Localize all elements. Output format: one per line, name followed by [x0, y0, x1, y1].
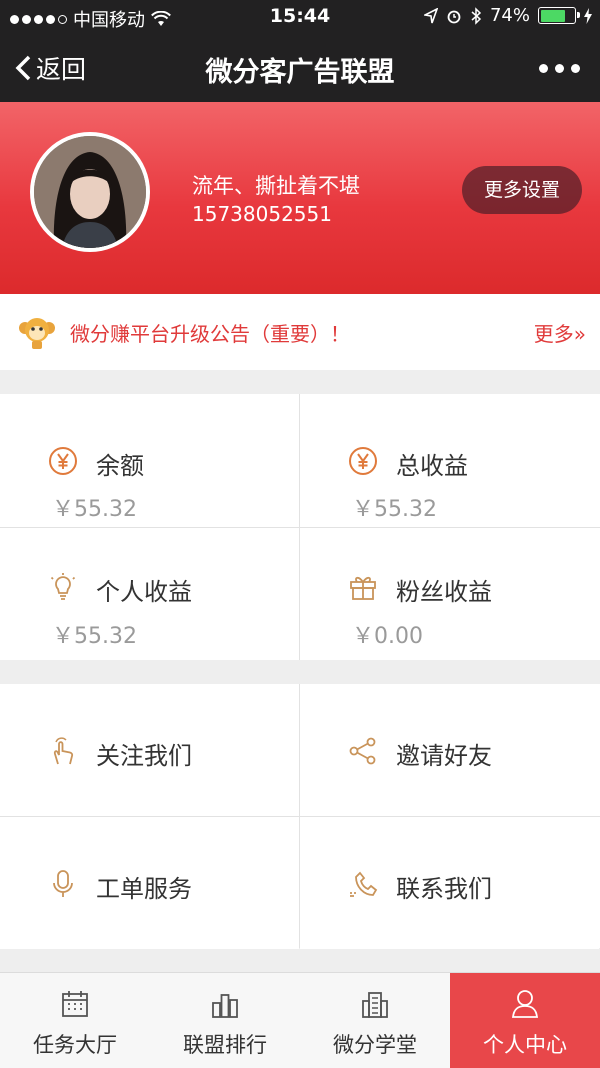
tab-task-hall[interactable]: 任务大厅	[0, 973, 150, 1068]
nav-bar: 返回 微分客广告联盟	[0, 34, 600, 102]
actions-grid: 关注我们 邀请好友 工单服务 联系我们	[0, 684, 600, 949]
lightbulb-icon	[50, 573, 76, 600]
user-icon	[511, 990, 539, 1018]
user-phone: 15738052551	[192, 202, 332, 226]
balance-cell[interactable]: 余额 ￥55.32	[0, 394, 299, 526]
page-title: 微分客广告联盟	[205, 57, 395, 88]
ranking-icon	[212, 994, 238, 1018]
stat-value: ￥0.00	[352, 624, 423, 649]
tab-alliance-ranking[interactable]: 联盟排行	[150, 973, 300, 1068]
announcement-bar[interactable]: 微分赚平台升级公告（重要）！ 更多»	[0, 294, 600, 370]
tab-label: 任务大厅	[33, 1033, 117, 1057]
action-label: 联系我们	[396, 875, 492, 903]
divider	[0, 527, 600, 528]
personal-income-cell[interactable]: 个人收益 ￥55.32	[0, 528, 299, 660]
follow-us-button[interactable]: 关注我们	[0, 684, 299, 816]
bluetooth-icon	[471, 6, 482, 25]
contact-us-button[interactable]: 联系我们	[300, 817, 599, 949]
location-arrow-icon	[423, 7, 438, 23]
invite-friends-button[interactable]: 邀请好友	[300, 684, 599, 816]
profile-header: 流年、撕扯着不堪 15738052551 更多设置	[0, 102, 600, 294]
stat-value: ￥55.32	[352, 497, 437, 522]
top-bar: 中国移动 15:44 74% 返回 微分客广告联盟	[0, 0, 600, 102]
action-label: 工单服务	[96, 875, 192, 903]
phone-icon	[350, 871, 378, 897]
battery-percent: 74%	[489, 5, 530, 26]
more-settings-button[interactable]: 更多设置	[462, 166, 582, 214]
battery-icon	[538, 7, 580, 24]
bottom-tab-bar: 任务大厅 联盟排行 微分学堂 个人中心	[0, 972, 600, 1068]
stat-value: ￥55.32	[52, 624, 137, 649]
tab-label: 个人中心	[483, 1033, 567, 1057]
action-label: 邀请好友	[396, 742, 492, 770]
tab-weifen-school[interactable]: 微分学堂	[300, 973, 450, 1068]
announcement-more-link[interactable]: 更多»	[534, 318, 586, 347]
divider	[299, 684, 300, 948]
yuan-icon	[349, 447, 377, 475]
more-options-icon[interactable]	[539, 64, 580, 73]
total-income-cell[interactable]: 总收益 ￥55.32	[300, 394, 599, 526]
building-icon	[362, 992, 388, 1018]
alarm-icon	[447, 10, 461, 23]
stats-grid: 余额 ￥55.32 总收益 ￥55.32 个人收益 ￥55.32 粉丝收益 ￥0…	[0, 394, 600, 660]
yuan-icon	[49, 447, 77, 475]
divider	[299, 394, 300, 660]
stat-value: ￥55.32	[52, 497, 137, 522]
tab-personal-center[interactable]: 个人中心	[450, 973, 600, 1068]
action-label: 关注我们	[96, 742, 192, 770]
tab-label: 联盟排行	[183, 1033, 267, 1057]
avatar-photo	[34, 136, 146, 248]
user-name: 流年、撕扯着不堪	[192, 174, 360, 198]
stat-label: 总收益	[396, 452, 468, 480]
stat-label: 余额	[96, 452, 144, 480]
charging-icon	[584, 7, 592, 24]
ticket-service-button[interactable]: 工单服务	[0, 817, 299, 949]
divider	[0, 816, 600, 817]
status-bar: 中国移动 15:44 74%	[0, 0, 600, 34]
share-icon	[349, 737, 376, 765]
tap-hand-icon	[53, 737, 74, 765]
tab-label: 微分学堂	[333, 1033, 417, 1057]
monkey-mascot-icon	[19, 318, 55, 349]
avatar[interactable]	[30, 132, 150, 252]
stat-label: 个人收益	[96, 578, 192, 606]
stat-label: 粉丝收益	[396, 578, 492, 606]
announcement-text: 微分赚平台升级公告（重要）！	[70, 322, 350, 346]
gift-icon	[350, 576, 376, 600]
microphone-icon	[53, 870, 73, 897]
fans-income-cell[interactable]: 粉丝收益 ￥0.00	[300, 528, 599, 660]
calendar-icon	[62, 991, 88, 1017]
